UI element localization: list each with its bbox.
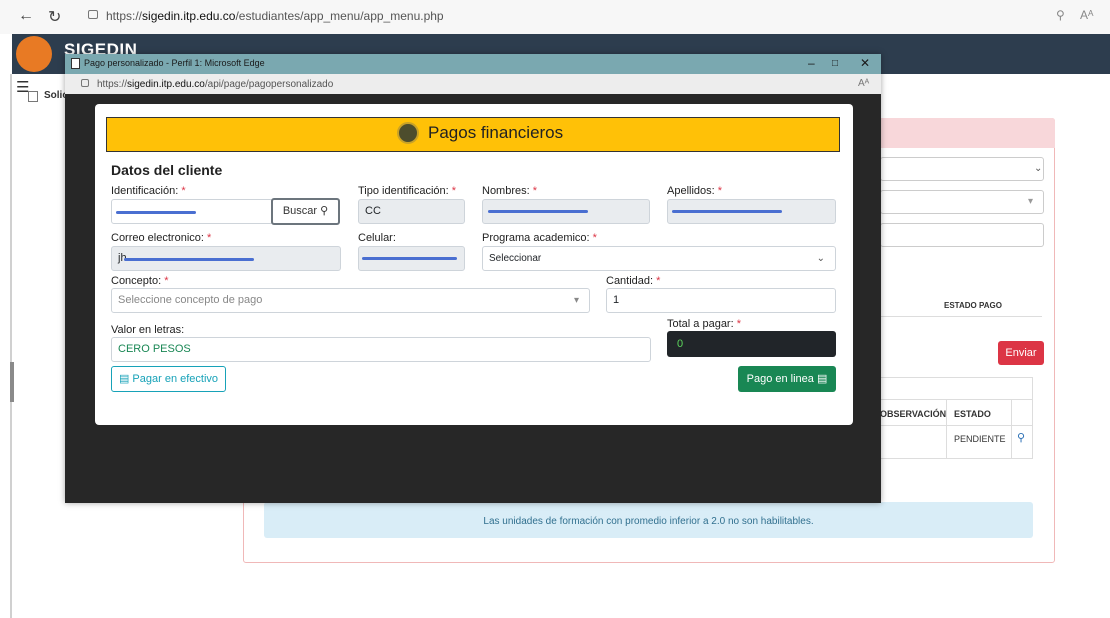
column-header-estado: ESTADO	[954, 409, 991, 419]
valor-letras-label: Valor en letras:	[111, 324, 185, 336]
pagar-efectivo-button[interactable]: ▤ Pagar en efectivo	[111, 366, 226, 392]
status-cell: PENDIENTE	[954, 434, 1006, 444]
column-header-observacion: OBSERVACIÓN	[880, 409, 947, 419]
redacted-mark	[488, 210, 588, 213]
info-alert-text: Las unidades de formación con promedio i…	[483, 516, 814, 527]
table-rule	[946, 399, 947, 459]
scrollbar-track[interactable]	[10, 74, 12, 618]
valor-letras-field[interactable]: CERO PESOS	[111, 337, 651, 362]
maximize-icon[interactable]: □	[832, 58, 838, 69]
cantidad-input[interactable]: 1	[606, 288, 836, 313]
programa-select[interactable]: Seleccionar ⌄	[482, 246, 836, 271]
read-aloud-icon[interactable]: Aᴬ	[1080, 8, 1093, 22]
page-icon	[71, 58, 80, 69]
correo-label: Correo electronico: *	[111, 232, 212, 244]
list-icon: ▤	[118, 373, 130, 385]
read-aloud-icon[interactable]: Aᴬ	[858, 78, 869, 89]
redacted-mark	[116, 211, 196, 214]
refresh-icon[interactable]: ↻	[48, 7, 61, 27]
cantidad-label: Cantidad: *	[606, 275, 661, 287]
pago-en-linea-button[interactable]: Pago en linea ▤	[738, 366, 836, 392]
background-input[interactable]	[880, 223, 1044, 247]
nombres-label: Nombres: *	[482, 185, 538, 197]
enviar-button[interactable]: Enviar	[998, 341, 1044, 365]
redacted-mark	[124, 258, 254, 261]
identificacion-label: Identificación: *	[111, 185, 186, 197]
section-title: Datos del cliente	[111, 162, 223, 178]
redacted-mark	[672, 210, 782, 213]
popup-url[interactable]: https://sigedin.itp.edu.co/api/page/pago…	[97, 79, 333, 90]
total-label: Total a pagar: *	[667, 318, 741, 330]
background-select[interactable]	[880, 190, 1044, 214]
modal-title: Pagos financieros	[428, 123, 564, 142]
institution-logo-icon	[397, 122, 419, 144]
apellidos-label: Apellidos: *	[667, 185, 723, 197]
back-icon[interactable]: ←	[18, 7, 34, 25]
search-icon[interactable]: ⚲	[1056, 8, 1065, 22]
column-header-estado-pago: ESTADO PAGO	[944, 301, 1002, 310]
tipo-identificacion-label: Tipo identificación: *	[358, 185, 457, 197]
chevron-down-icon: ▾	[573, 295, 579, 306]
sigedin-logo-icon	[16, 36, 52, 72]
chevron-down-icon: ⌄	[1034, 163, 1043, 174]
tipo-identificacion-field[interactable]: CC	[358, 199, 465, 224]
chevron-down-icon: ⌄	[816, 253, 825, 264]
lock-icon[interactable]	[81, 79, 89, 87]
minimize-icon[interactable]: –	[808, 56, 815, 70]
search-icon[interactable]: ⚲	[1017, 431, 1025, 444]
chevron-down-icon: ▾	[1028, 196, 1034, 207]
credit-card-icon: ▤	[816, 373, 828, 385]
total-field[interactable]: 0	[667, 331, 836, 357]
buscar-button[interactable]: Buscar ⚲	[271, 198, 340, 225]
redacted-mark	[362, 257, 457, 260]
document-icon	[28, 91, 38, 102]
background-select[interactable]	[880, 157, 1044, 181]
divider	[880, 316, 1042, 317]
table-rule	[1011, 399, 1012, 459]
programa-label: Programa academico: *	[482, 232, 597, 244]
address-bar[interactable]: https://sigedin.itp.edu.co/estudiantes/a…	[106, 9, 444, 23]
celular-label: Celular:	[358, 232, 396, 244]
search-icon: ⚲	[320, 205, 329, 217]
scrollbar-thumb[interactable]	[10, 362, 14, 402]
popup-title: Pago personalizado - Perfil 1: Microsoft…	[84, 58, 265, 68]
close-icon[interactable]: ✕	[860, 56, 870, 70]
concepto-label: Concepto: *	[111, 275, 169, 287]
concepto-select[interactable]: Seleccione concepto de pago ▾	[111, 288, 590, 313]
lock-icon[interactable]	[88, 10, 98, 19]
